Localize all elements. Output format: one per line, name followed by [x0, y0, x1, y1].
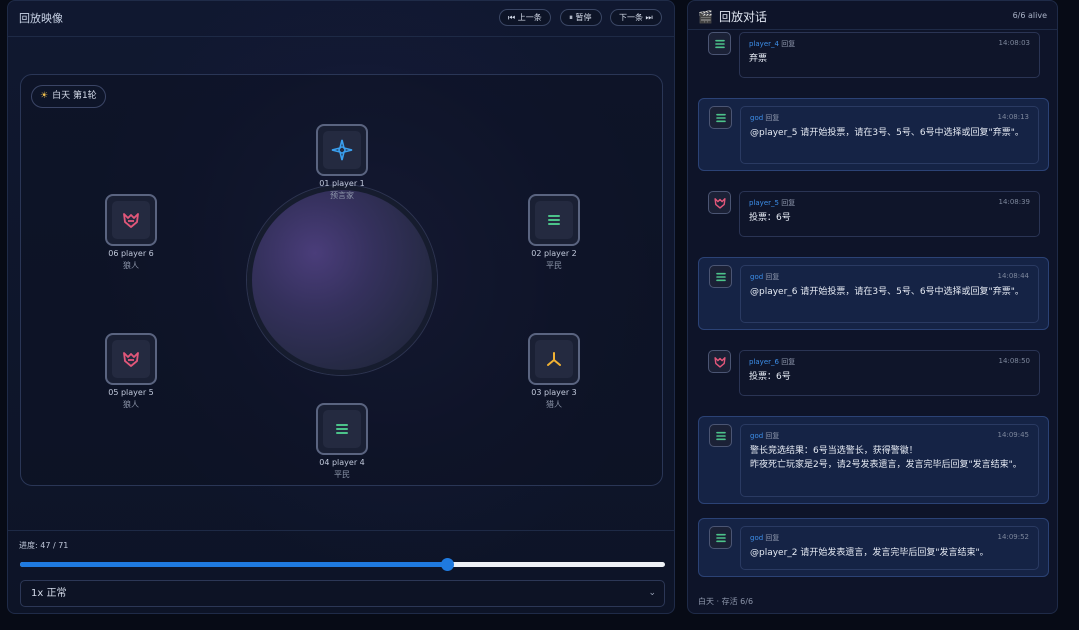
message-text: 警长竞选结果：6号当选警长，获得警徽！ 昨夜死亡玩家是2号，请2号发表遗言，发言…: [750, 446, 1022, 470]
seat-name: 05 player 5: [108, 388, 154, 397]
speaker-name: god: [750, 534, 764, 542]
message-item: player_5 回复 14:08:39 投票：6号: [698, 191, 1049, 237]
message-bubble: player_5 回复 14:08:39 投票：6号: [739, 191, 1040, 237]
speaker-name: god: [750, 114, 764, 122]
wolf-icon: [112, 201, 150, 239]
seat-role: 狼人: [123, 400, 139, 409]
clapper-icon: 🎬: [698, 10, 713, 24]
wolf-icon: [708, 191, 731, 214]
message-bubble: god 回复 14:08:13 @player_5 请开始投票，请在3号、5号、6…: [740, 106, 1039, 164]
chevron-down-icon: ⌄: [648, 588, 656, 598]
progress-area: 进度: 47 / 71 1x 正常 ⌄: [8, 530, 674, 613]
seat-2[interactable]: 02 player 2 平民: [514, 194, 594, 271]
message-bubble: player_6 回复 14:08:50 投票：6号: [739, 350, 1040, 396]
message-verb: 回复: [781, 358, 796, 366]
message-verb: 回复: [781, 199, 796, 207]
menu-icon: [323, 410, 361, 448]
seat-role: 平民: [334, 470, 350, 479]
message-list[interactable]: player_4 回复 14:08:03 弃票 god 回复 14:08:13 @p…: [688, 30, 1057, 590]
message-verb: 回复: [765, 114, 780, 122]
message-text: @player_2 请开始发表遗言，发言完毕后回复"发言结束"。: [750, 548, 989, 558]
seat-role: 预言家: [330, 191, 354, 200]
speed-select[interactable]: 1x 正常 ⌄: [20, 580, 665, 607]
wolf-icon: [708, 350, 731, 373]
message-item: god 回复 14:09:52 @player_2 请开始发表遗言，发言完毕后回复…: [698, 518, 1049, 577]
phase-label: 白天 第1轮: [52, 91, 97, 101]
message-verb: 回复: [765, 273, 780, 281]
prev-button[interactable]: ⏮ 上一条: [499, 9, 551, 26]
speaker-name: player_4: [749, 40, 779, 48]
seat-5[interactable]: 05 player 5 狼人: [91, 333, 171, 410]
message-item: player_6 回复 14:08:50 投票：6号: [698, 350, 1049, 396]
seat-role: 平民: [546, 261, 562, 270]
message-text: 投票：6号: [749, 372, 791, 382]
message-text: @player_5 请开始投票，请在3号、5号、6号中选择或回复"弃票"。: [750, 128, 1024, 138]
seat-name: 04 player 4: [319, 458, 365, 467]
message-item: god 回复 14:08:44 @player_6 请开始投票，请在3号、5号、6…: [698, 257, 1049, 330]
progress-slider[interactable]: [20, 558, 665, 571]
message-bubble: god 回复 14:08:44 @player_6 请开始投票，请在3号、5号、6…: [740, 265, 1039, 323]
pause-button[interactable]: ⏸ 暂停: [560, 9, 602, 26]
seat-role: 狼人: [123, 261, 139, 270]
replay-title: 回放映像: [19, 12, 63, 25]
timestamp: 14:09:52: [997, 533, 1029, 541]
center-table: [247, 185, 437, 375]
menu-icon: [709, 526, 732, 549]
message-item: god 回复 14:08:13 @player_5 请开始投票，请在3号、5号、6…: [698, 98, 1049, 171]
timestamp: 14:08:13: [997, 113, 1029, 121]
dialog-panel: 🎬 回放对话 6/6 alive player_4 回复 14:08:03 弃票 g…: [687, 0, 1058, 614]
crossbow-icon: [535, 340, 573, 378]
wolf-icon: [112, 340, 150, 378]
dialog-footer: 白天 · 存活 6/6: [698, 597, 754, 606]
seat-name: 03 player 3: [531, 388, 577, 397]
dialog-title: 回放对话: [718, 10, 767, 24]
game-table: ☀ 白天 第1轮 01 player 1 预言家 02 player 2 平民 0…: [20, 74, 663, 486]
seat-4[interactable]: 04 player 4 平民: [302, 403, 382, 480]
seat-name: 02 player 2: [531, 249, 577, 258]
message-text: 投票：6号: [749, 213, 791, 223]
progress-label: 进度: 47 / 71: [19, 541, 69, 550]
timestamp: 14:08:39: [998, 198, 1030, 206]
speaker-name: god: [750, 273, 764, 281]
message-item: player_4 回复 14:08:03 弃票: [698, 32, 1049, 78]
phase-chip: ☀ 白天 第1轮: [31, 85, 106, 108]
speaker-name: player_6: [749, 358, 779, 366]
dialog-header: 🎬 回放对话 6/6 alive: [688, 1, 1057, 30]
timestamp: 14:08:50: [998, 357, 1030, 365]
message-bubble: god 回复 14:09:52 @player_2 请开始发表遗言，发言完毕后回复…: [740, 526, 1039, 570]
sun-icon: ☀: [40, 91, 49, 101]
message-text: @player_6 请开始投票，请在3号、5号、6号中选择或回复"弃票"。: [750, 287, 1024, 297]
alive-count: 6/6 alive: [1012, 11, 1047, 20]
message-bubble: god 回复 14:09:45 警长竞选结果：6号当选警长，获得警徽！ 昨夜死亡玩…: [740, 424, 1039, 497]
replay-panel: 回放映像 ⏮ 上一条 ⏸ 暂停 下一条 ⏭ ☀ 白天 第1轮 01 player …: [7, 0, 675, 614]
seat-1[interactable]: 01 player 1 预言家: [302, 124, 382, 201]
seat-role: 猎人: [546, 400, 562, 409]
message-text: 弃票: [749, 54, 768, 64]
next-button[interactable]: 下一条 ⏭: [610, 9, 662, 26]
speaker-name: player_5: [749, 199, 779, 207]
seat-6[interactable]: 06 player 6 狼人: [91, 194, 171, 271]
timestamp: 14:09:45: [997, 431, 1029, 439]
menu-icon: [709, 424, 732, 447]
message-bubble: player_4 回复 14:08:03 弃票: [739, 32, 1040, 78]
menu-icon: [709, 106, 732, 129]
message-item: god 回复 14:09:45 警长竞选结果：6号当选警长，获得警徽！ 昨夜死亡玩…: [698, 416, 1049, 504]
slider-fill: [20, 562, 447, 567]
compass-icon: [323, 131, 361, 169]
menu-icon: [535, 201, 573, 239]
message-verb: 回复: [765, 534, 780, 542]
seat-name: 06 player 6: [108, 249, 154, 258]
replay-header: 回放映像 ⏮ 上一条 ⏸ 暂停 下一条 ⏭: [8, 1, 674, 37]
message-verb: 回复: [781, 40, 796, 48]
timestamp: 14:08:44: [997, 272, 1029, 280]
seat-name: 01 player 1: [319, 179, 365, 188]
message-verb: 回复: [765, 432, 780, 440]
speed-value: 1x 正常: [31, 588, 67, 599]
slider-thumb[interactable]: [440, 558, 454, 571]
menu-icon: [708, 32, 731, 55]
seat-3[interactable]: 03 player 3 猎人: [514, 333, 594, 410]
menu-icon: [709, 265, 732, 288]
timestamp: 14:08:03: [998, 39, 1030, 47]
speaker-name: god: [750, 432, 764, 440]
